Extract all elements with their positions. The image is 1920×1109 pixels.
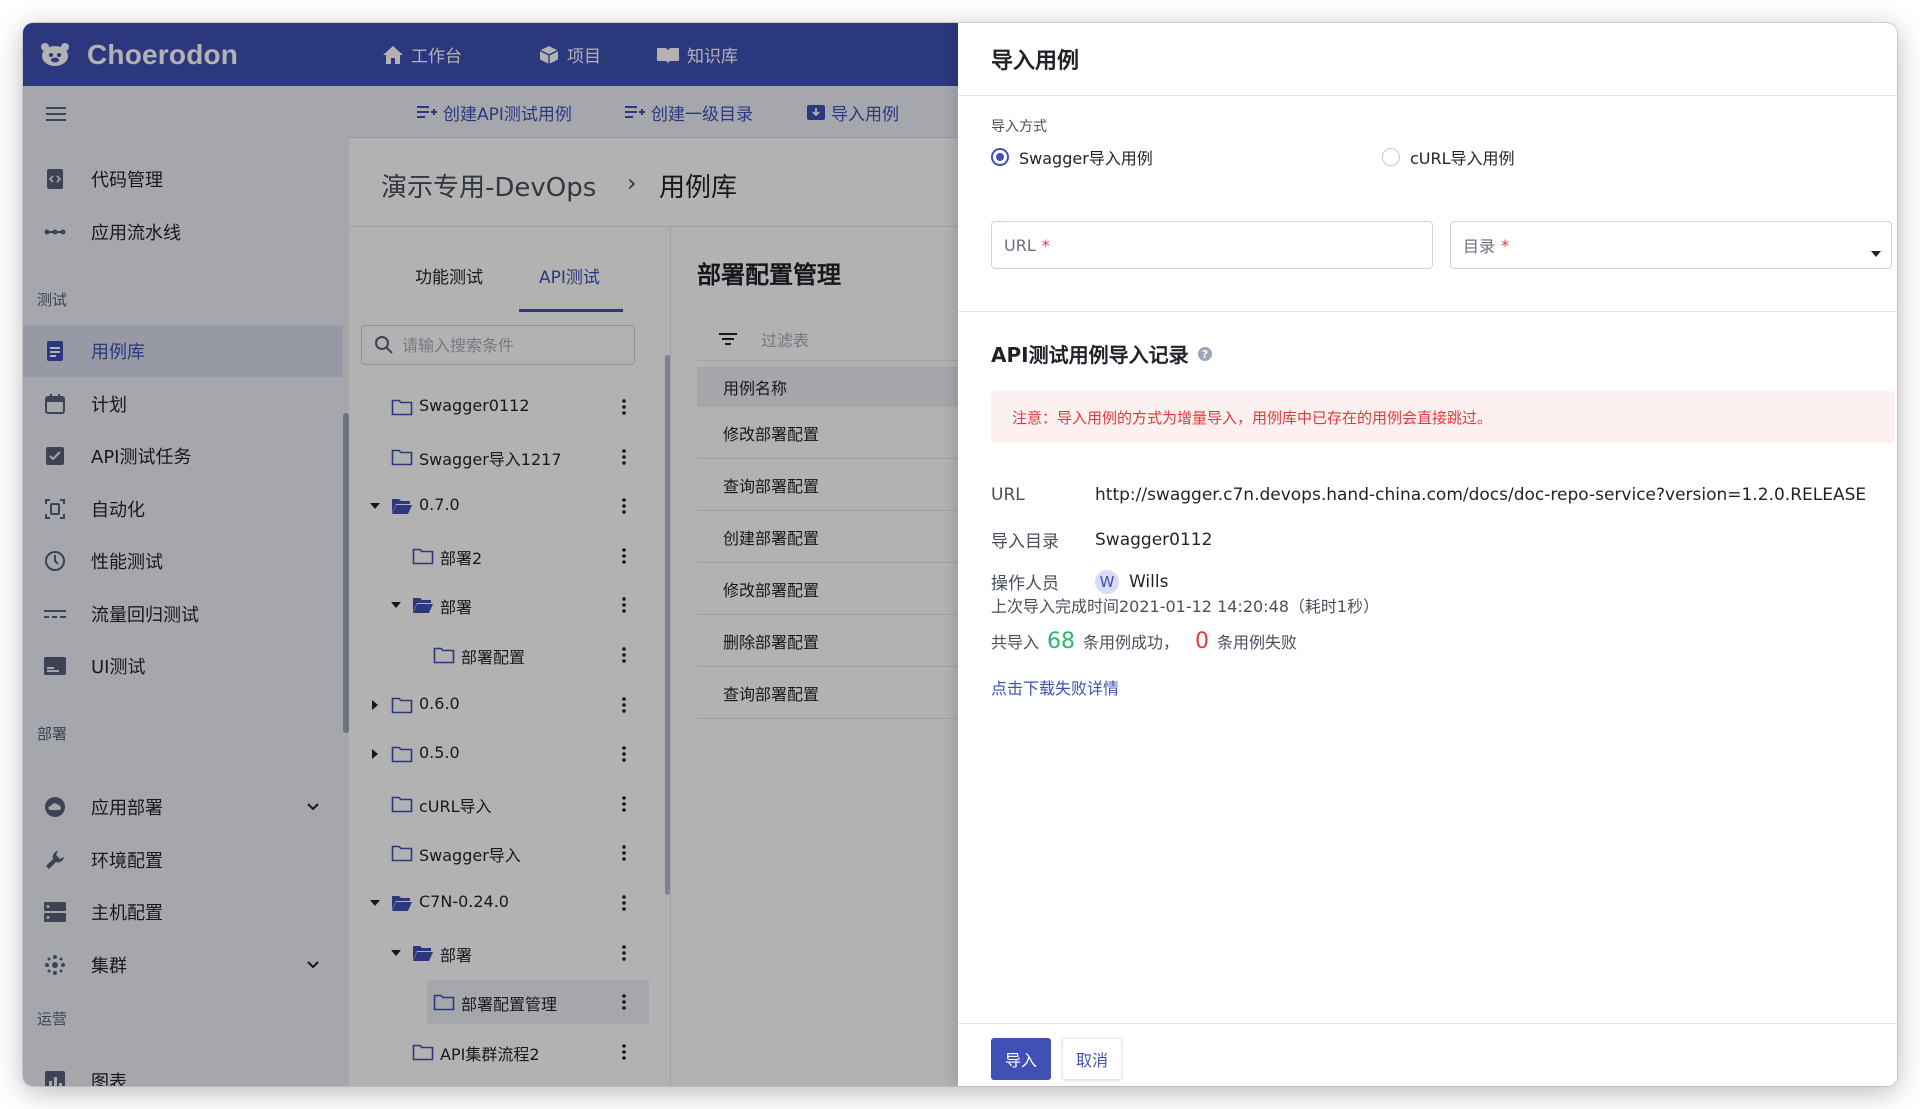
radio-unchecked-icon bbox=[1382, 148, 1400, 166]
import-summary: 共导入 68 条用例成功， 0 条用例失败 bbox=[991, 629, 1297, 654]
url-field-label: URL bbox=[1004, 235, 1036, 255]
divider bbox=[958, 311, 1897, 312]
summary-mid: 条用例成功， bbox=[1083, 633, 1180, 652]
summary-prefix: 共导入 bbox=[991, 633, 1040, 652]
import-record-title: API测试用例导入记录 ? bbox=[991, 339, 1213, 368]
app-window: Choerodon 代码管理 应用流水线 测试 用例库 计划 API测试任务 自… bbox=[23, 23, 1897, 1086]
avatar: W bbox=[1095, 569, 1119, 594]
divider bbox=[958, 95, 1897, 96]
radio-curl-import[interactable]: cURL导入用例 bbox=[1382, 145, 1515, 169]
directory-select[interactable]: 目录 * bbox=[1450, 221, 1892, 269]
record-url-key: URL bbox=[991, 485, 1025, 505]
drawer-title: 导入用例 bbox=[991, 49, 1080, 74]
import-button[interactable]: 导入 bbox=[991, 1038, 1051, 1080]
record-operator-name: Wills bbox=[1129, 571, 1169, 592]
radio-swagger-import[interactable]: Swagger导入用例 bbox=[991, 145, 1153, 169]
record-url-value: http://swagger.c7n.devops.hand-china.com… bbox=[1095, 485, 1867, 505]
record-operator-key: 操作人员 bbox=[991, 574, 1059, 594]
increment-notice: 注意：导入用例的方式为增量导入，用例库中已存在的用例会直接跳过。 bbox=[991, 391, 1895, 443]
record-url: URL http://swagger.c7n.devops.hand-china… bbox=[991, 485, 1866, 505]
download-failure-link[interactable]: 点击下载失败详情 bbox=[991, 675, 1119, 699]
success-count: 68 bbox=[1047, 629, 1076, 654]
import-case-drawer: 导入用例 导入方式 Swagger导入用例 cURL导入用例 URL * 目录 … bbox=[958, 23, 1897, 1086]
svg-text:?: ? bbox=[1201, 348, 1207, 361]
record-operator: 操作人员 W Wills bbox=[991, 569, 1168, 594]
record-directory-value: Swagger0112 bbox=[1095, 529, 1213, 550]
notice-text: 注意：导入用例的方式为增量导入，用例库中已存在的用例会直接跳过。 bbox=[1012, 408, 1493, 427]
caret-down-icon bbox=[1871, 242, 1881, 261]
import-record-title-text: API测试用例导入记录 bbox=[991, 343, 1189, 367]
radio-checked-icon bbox=[991, 148, 1009, 166]
directory-field-label: 目录 bbox=[1463, 237, 1496, 256]
radio-curl-label: cURL导入用例 bbox=[1410, 149, 1515, 168]
divider bbox=[958, 1023, 1897, 1024]
required-mark: * bbox=[1041, 235, 1050, 255]
import-method-label: 导入方式 bbox=[991, 119, 1047, 135]
radio-swagger-label: Swagger导入用例 bbox=[1019, 149, 1153, 168]
help-icon[interactable]: ? bbox=[1197, 346, 1213, 362]
last-import-time: 上次导入完成时间2021-01-12 14:20:48（耗时1秒） bbox=[991, 597, 1380, 616]
modal-mask[interactable] bbox=[23, 23, 958, 1086]
record-directory: 导入目录 Swagger0112 bbox=[991, 527, 1213, 553]
cancel-button[interactable]: 取消 bbox=[1062, 1038, 1122, 1080]
required-mark: * bbox=[1501, 235, 1510, 255]
url-field[interactable]: URL * bbox=[991, 221, 1433, 269]
fail-count: 0 bbox=[1195, 629, 1210, 654]
summary-suffix: 条用例失败 bbox=[1217, 633, 1298, 652]
record-directory-key: 导入目录 bbox=[991, 532, 1059, 552]
